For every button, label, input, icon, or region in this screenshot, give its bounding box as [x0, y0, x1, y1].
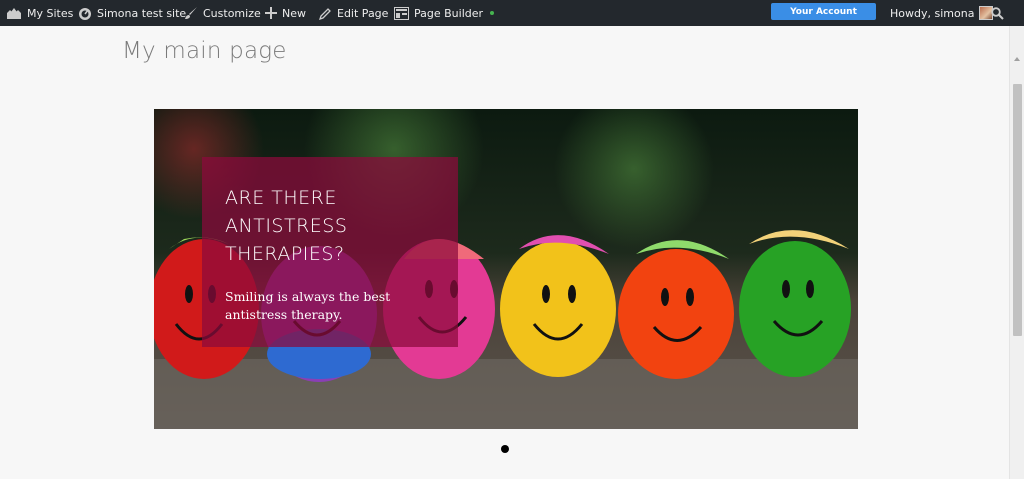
customize-label: Customize	[203, 6, 261, 20]
user-menu[interactable]: Howdy, simona	[890, 0, 994, 26]
new-menu[interactable]: New	[265, 0, 306, 26]
pencil-icon	[319, 7, 332, 20]
my-sites-menu[interactable]: My Sites	[6, 0, 73, 26]
page-builder-link[interactable]: Page Builder	[394, 0, 495, 26]
scroll-up-arrow-icon[interactable]	[1014, 57, 1020, 61]
image-slider[interactable]: ARE THERE ANTISTRESS THERAPIES? Smiling …	[154, 109, 858, 429]
your-account-button[interactable]: Your Account	[771, 3, 876, 20]
page-title: My main page	[122, 38, 287, 64]
site-name-menu[interactable]: Simona test site	[78, 0, 186, 26]
brush-icon	[184, 6, 198, 20]
customize-link[interactable]: Customize	[184, 0, 261, 26]
slider-pager-dot[interactable]	[501, 445, 509, 453]
search-button[interactable]	[991, 0, 1004, 26]
status-dot	[490, 11, 495, 15]
slide-heading: ARE THERE ANTISTRESS THERAPIES?	[225, 187, 348, 265]
slide-caption: ARE THERE ANTISTRESS THERAPIES? Smiling …	[202, 157, 458, 347]
edit-page-label: Edit Page	[337, 6, 389, 20]
admin-bar: My Sites Simona test site Customize New …	[0, 0, 1024, 26]
page-builder-icon	[394, 6, 409, 20]
site-name-label: Simona test site	[97, 6, 187, 20]
howdy-label: Howdy, simona	[890, 6, 975, 20]
search-icon	[991, 6, 1004, 20]
new-label: New	[282, 6, 306, 20]
edit-page-link[interactable]: Edit Page	[319, 0, 388, 26]
slide-text: Smiling is always the best antistress th…	[225, 289, 391, 322]
my-sites-icon	[6, 6, 22, 20]
page-scrollbar[interactable]	[1009, 26, 1024, 479]
scroll-thumb[interactable]	[1013, 84, 1022, 336]
dashboard-icon	[78, 6, 92, 20]
page-builder-label: Page Builder	[414, 6, 484, 20]
my-sites-label: My Sites	[27, 6, 74, 20]
plus-icon	[265, 7, 277, 19]
